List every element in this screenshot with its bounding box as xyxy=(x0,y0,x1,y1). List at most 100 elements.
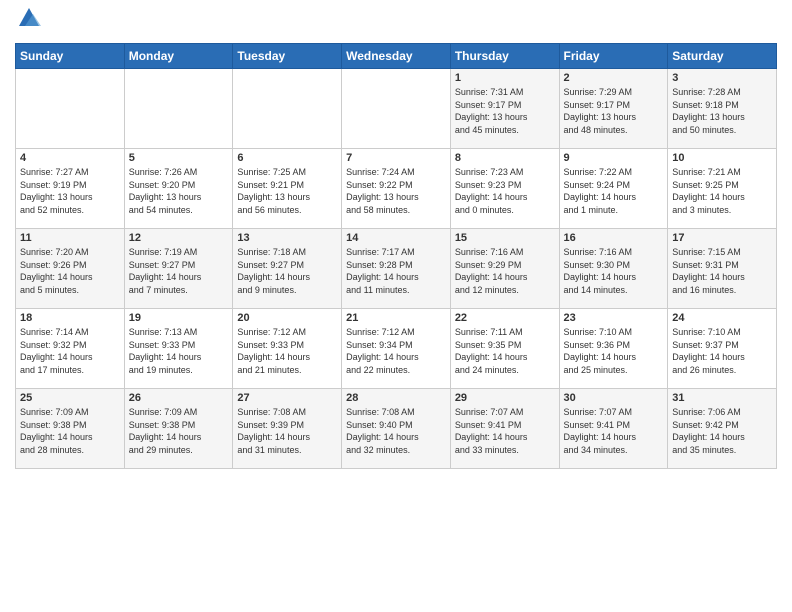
day-number: 12 xyxy=(129,232,229,244)
calendar-cell-4: 1Sunrise: 7:31 AM Sunset: 9:17 PM Daylig… xyxy=(450,69,559,149)
cell-content: Sunrise: 7:31 AM Sunset: 9:17 PM Dayligh… xyxy=(455,86,555,136)
day-number: 4 xyxy=(20,152,120,164)
calendar-cell-28: 25Sunrise: 7:09 AM Sunset: 9:38 PM Dayli… xyxy=(16,389,125,469)
calendar-cell-0 xyxy=(16,69,125,149)
header xyxy=(15,10,777,35)
calendar-table: SundayMondayTuesdayWednesdayThursdayFrid… xyxy=(15,43,777,469)
calendar-cell-33: 30 Sunrise: 7:07 AM Sunset: 9:41 PM Dayli… xyxy=(559,389,668,469)
day-header-thursday: Thursday xyxy=(450,44,559,69)
day-number: 11 xyxy=(20,232,120,244)
calendar-cell-2 xyxy=(233,69,342,149)
calendar-cell-1 xyxy=(124,69,233,149)
cell-content: Sunrise: 7:16 AM Sunset: 9:30 PM Dayligh… xyxy=(564,246,664,296)
day-number: 22 xyxy=(455,312,555,324)
cell-content: Sunrise: 7:10 AM Sunset: 9:37 PM Dayligh… xyxy=(672,326,772,376)
day-number: 23 xyxy=(564,312,664,324)
cell-content: Sunrise: 7:27 AM Sunset: 9:19 PM Dayligh… xyxy=(20,166,120,216)
calendar-cell-14: 11 Sunrise: 7:20 AM Sunset: 9:26 PM Dayli… xyxy=(16,229,125,309)
week-row-2: 4 Sunrise: 7:27 AM Sunset: 9:19 PM Daylig… xyxy=(16,149,777,229)
cell-content: Sunrise: 7:21 AM Sunset: 9:25 PM Dayligh… xyxy=(672,166,772,216)
day-header-wednesday: Wednesday xyxy=(342,44,451,69)
cell-content: Sunrise: 7:09 AM Sunset: 9:38 PM Dayligh… xyxy=(129,406,229,456)
day-number: 8 xyxy=(455,152,555,164)
day-header-tuesday: Tuesday xyxy=(233,44,342,69)
calendar-cell-31: 28Sunrise: 7:08 AM Sunset: 9:40 PM Dayli… xyxy=(342,389,451,469)
day-number: 31 xyxy=(672,392,772,404)
calendar-cell-23: 20 Sunrise: 7:12 AM Sunset: 9:33 PM Dayli… xyxy=(233,309,342,389)
day-number: 19 xyxy=(129,312,229,324)
calendar-cell-27: 24 Sunrise: 7:10 AM Sunset: 9:37 PM Dayli… xyxy=(668,309,777,389)
calendar-cell-18: 15 Sunrise: 7:16 AM Sunset: 9:29 PM Dayli… xyxy=(450,229,559,309)
week-row-5: 25Sunrise: 7:09 AM Sunset: 9:38 PM Dayli… xyxy=(16,389,777,469)
day-number: 2 xyxy=(564,72,664,84)
day-number: 3 xyxy=(672,72,772,84)
calendar-cell-13: 10Sunrise: 7:21 AM Sunset: 9:25 PM Dayli… xyxy=(668,149,777,229)
header-row: SundayMondayTuesdayWednesdayThursdayFrid… xyxy=(16,44,777,69)
cell-content: Sunrise: 7:12 AM Sunset: 9:34 PM Dayligh… xyxy=(346,326,446,376)
cell-content: Sunrise: 7:13 AM Sunset: 9:33 PM Dayligh… xyxy=(129,326,229,376)
calendar-cell-15: 12 Sunrise: 7:19 AM Sunset: 9:27 PM Dayli… xyxy=(124,229,233,309)
day-header-sunday: Sunday xyxy=(16,44,125,69)
calendar-cell-12: 9Sunrise: 7:22 AM Sunset: 9:24 PM Daylig… xyxy=(559,149,668,229)
cell-content: Sunrise: 7:26 AM Sunset: 9:20 PM Dayligh… xyxy=(129,166,229,216)
day-number: 24 xyxy=(672,312,772,324)
calendar-cell-3 xyxy=(342,69,451,149)
calendar-cell-29: 26 Sunrise: 7:09 AM Sunset: 9:38 PM Dayli… xyxy=(124,389,233,469)
calendar-cell-6: 3Sunrise: 7:28 AM Sunset: 9:18 PM Daylig… xyxy=(668,69,777,149)
calendar-cell-22: 19 Sunrise: 7:13 AM Sunset: 9:33 PM Dayli… xyxy=(124,309,233,389)
calendar-cell-5: 2Sunrise: 7:29 AM Sunset: 9:17 PM Daylig… xyxy=(559,69,668,149)
calendar-cell-10: 7Sunrise: 7:24 AM Sunset: 9:22 PM Daylig… xyxy=(342,149,451,229)
cell-content: Sunrise: 7:08 AM Sunset: 9:39 PM Dayligh… xyxy=(237,406,337,456)
cell-content: Sunrise: 7:12 AM Sunset: 9:33 PM Dayligh… xyxy=(237,326,337,376)
calendar-cell-19: 16 Sunrise: 7:16 AM Sunset: 9:30 PM Dayli… xyxy=(559,229,668,309)
calendar-cell-16: 13Sunrise: 7:18 AM Sunset: 9:27 PM Dayli… xyxy=(233,229,342,309)
day-header-saturday: Saturday xyxy=(668,44,777,69)
cell-content: Sunrise: 7:23 AM Sunset: 9:23 PM Dayligh… xyxy=(455,166,555,216)
cell-content: Sunrise: 7:14 AM Sunset: 9:32 PM Dayligh… xyxy=(20,326,120,376)
day-number: 21 xyxy=(346,312,446,324)
cell-content: Sunrise: 7:20 AM Sunset: 9:26 PM Dayligh… xyxy=(20,246,120,296)
cell-content: Sunrise: 7:22 AM Sunset: 9:24 PM Dayligh… xyxy=(564,166,664,216)
calendar-cell-24: 21 Sunrise: 7:12 AM Sunset: 9:34 PM Dayli… xyxy=(342,309,451,389)
calendar-cell-34: 31 Sunrise: 7:06 AM Sunset: 9:42 PM Dayli… xyxy=(668,389,777,469)
cell-content: Sunrise: 7:17 AM Sunset: 9:28 PM Dayligh… xyxy=(346,246,446,296)
cell-content: Sunrise: 7:07 AM Sunset: 9:41 PM Dayligh… xyxy=(564,406,664,456)
calendar-cell-17: 14Sunrise: 7:17 AM Sunset: 9:28 PM Dayli… xyxy=(342,229,451,309)
day-number: 13 xyxy=(237,232,337,244)
cell-content: Sunrise: 7:19 AM Sunset: 9:27 PM Dayligh… xyxy=(129,246,229,296)
day-number: 15 xyxy=(455,232,555,244)
day-number: 5 xyxy=(129,152,229,164)
day-number: 16 xyxy=(564,232,664,244)
day-number: 27 xyxy=(237,392,337,404)
calendar-cell-8: 5 Sunrise: 7:26 AM Sunset: 9:20 PM Daylig… xyxy=(124,149,233,229)
day-number: 20 xyxy=(237,312,337,324)
calendar-cell-9: 6 Sunrise: 7:25 AM Sunset: 9:21 PM Daylig… xyxy=(233,149,342,229)
calendar-cell-30: 27 Sunrise: 7:08 AM Sunset: 9:39 PM Dayli… xyxy=(233,389,342,469)
cell-content: Sunrise: 7:10 AM Sunset: 9:36 PM Dayligh… xyxy=(564,326,664,376)
day-header-friday: Friday xyxy=(559,44,668,69)
cell-content: Sunrise: 7:11 AM Sunset: 9:35 PM Dayligh… xyxy=(455,326,555,376)
day-number: 28 xyxy=(346,392,446,404)
cell-content: Sunrise: 7:06 AM Sunset: 9:42 PM Dayligh… xyxy=(672,406,772,456)
day-number: 30 xyxy=(564,392,664,404)
day-number: 6 xyxy=(237,152,337,164)
calendar-cell-32: 29 Sunrise: 7:07 AM Sunset: 9:41 PM Dayli… xyxy=(450,389,559,469)
week-row-1: 1Sunrise: 7:31 AM Sunset: 9:17 PM Daylig… xyxy=(16,69,777,149)
calendar-cell-21: 18 Sunrise: 7:14 AM Sunset: 9:32 PM Dayli… xyxy=(16,309,125,389)
day-number: 29 xyxy=(455,392,555,404)
day-number: 18 xyxy=(20,312,120,324)
logo xyxy=(15,10,41,35)
logo-icon xyxy=(15,10,41,35)
week-row-3: 11 Sunrise: 7:20 AM Sunset: 9:26 PM Dayli… xyxy=(16,229,777,309)
cell-content: Sunrise: 7:24 AM Sunset: 9:22 PM Dayligh… xyxy=(346,166,446,216)
cell-content: Sunrise: 7:15 AM Sunset: 9:31 PM Dayligh… xyxy=(672,246,772,296)
day-number: 17 xyxy=(672,232,772,244)
calendar-cell-20: 17 Sunrise: 7:15 AM Sunset: 9:31 PM Dayli… xyxy=(668,229,777,309)
calendar-cell-7: 4 Sunrise: 7:27 AM Sunset: 9:19 PM Daylig… xyxy=(16,149,125,229)
day-number: 26 xyxy=(129,392,229,404)
cell-content: Sunrise: 7:16 AM Sunset: 9:29 PM Dayligh… xyxy=(455,246,555,296)
calendar-cell-25: 22 Sunrise: 7:11 AM Sunset: 9:35 PM Dayli… xyxy=(450,309,559,389)
cell-content: Sunrise: 7:25 AM Sunset: 9:21 PM Dayligh… xyxy=(237,166,337,216)
page: SundayMondayTuesdayWednesdayThursdayFrid… xyxy=(0,0,792,612)
cell-content: Sunrise: 7:07 AM Sunset: 9:41 PM Dayligh… xyxy=(455,406,555,456)
